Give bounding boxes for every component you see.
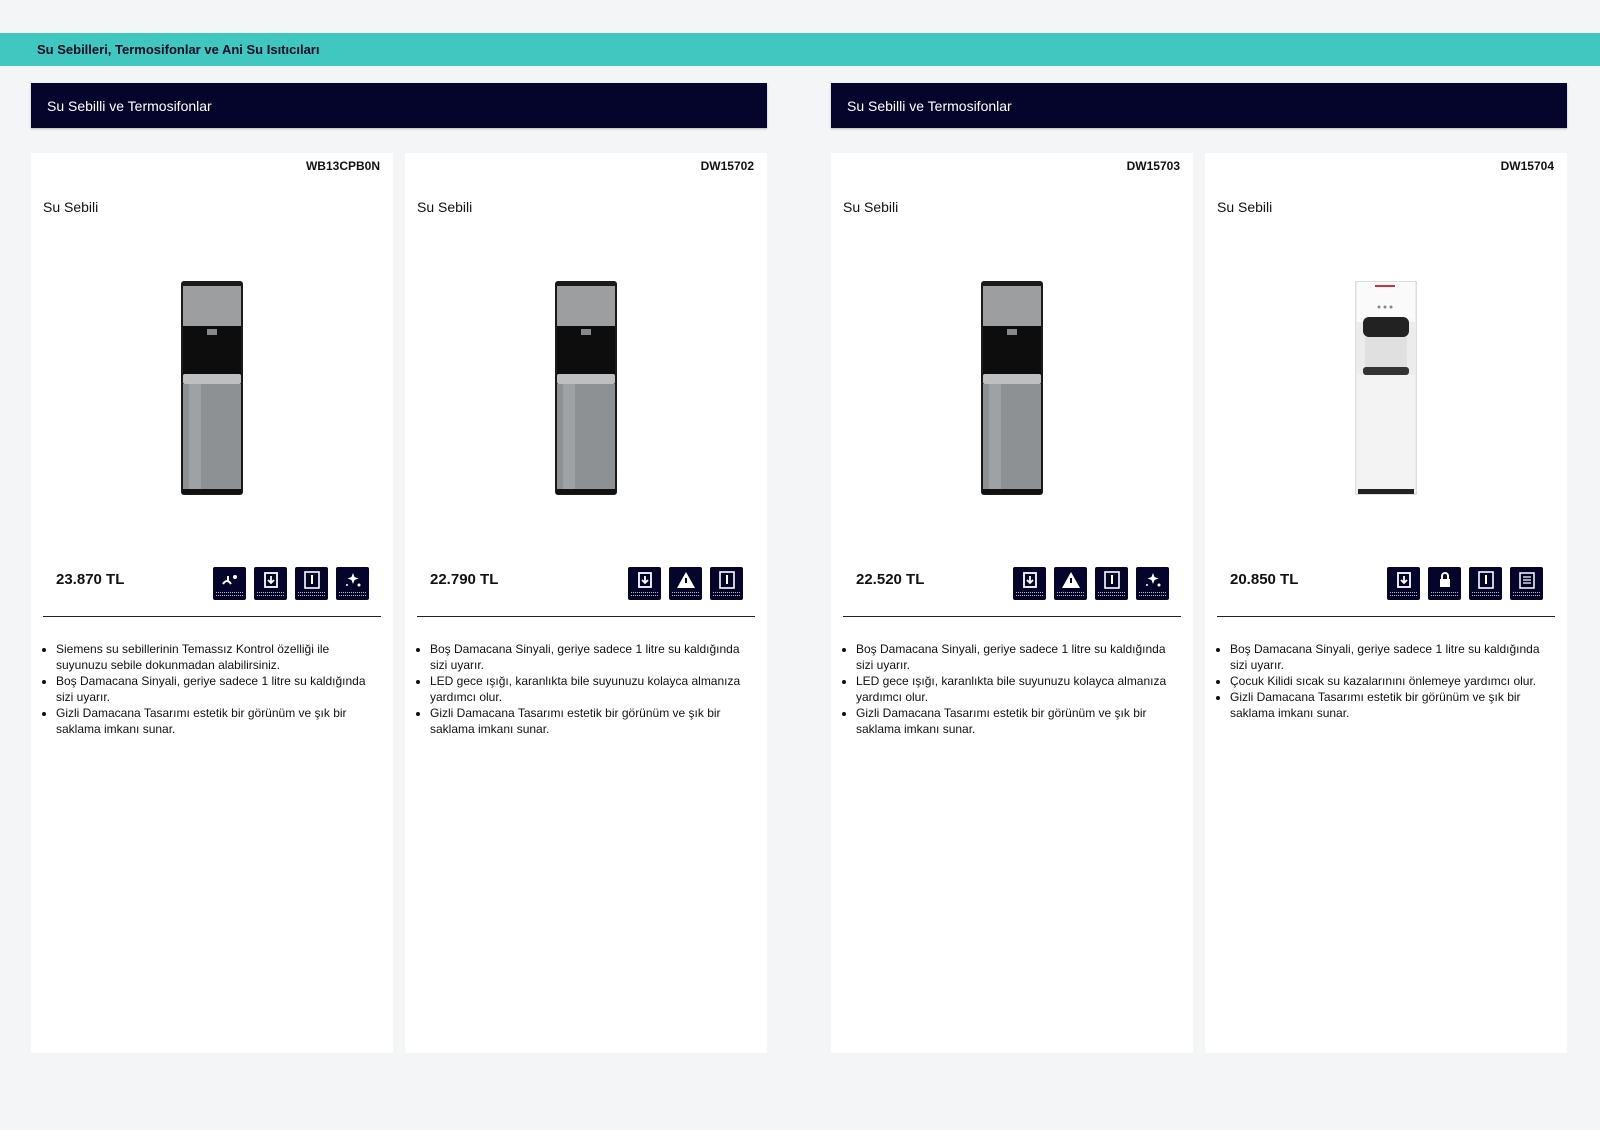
product-type: Su Sebili [843, 199, 899, 215]
feature-item: Gizli Damacana Tasarımı estetik bir görü… [1230, 689, 1549, 721]
feature-item: Çocuk Kilidi sıcak su kazalarınını önlem… [1230, 673, 1549, 689]
product-code: DW15704 [1500, 159, 1554, 173]
product-code: WB13CPB0N [305, 159, 380, 173]
feature-list: Boş Damacana Sinyali, geriye sadece 1 li… [417, 641, 749, 737]
feature-item: Boş Damacana Sinyali, geriye sadece 1 li… [856, 641, 1175, 673]
empty-bottle-signal-icon [1013, 567, 1046, 600]
empty-bottle-signal-icon [1387, 567, 1420, 600]
touchless-control-icon [213, 567, 246, 600]
hidden-bottle-icon [710, 567, 743, 600]
product-card: DW15702 Su Sebili 22.790 TL Boş Damacana S… [405, 153, 767, 1053]
hidden-bottle-icon [1095, 567, 1128, 600]
section-title: Su Sebilli ve Termosifonlar [847, 98, 1012, 114]
led-night-light-icon [669, 567, 702, 600]
section-title: Su Sebilli ve Termosifonlar [47, 98, 212, 114]
divider [843, 616, 1181, 617]
product-code: DW15702 [700, 159, 754, 173]
product-type: Su Sebili [417, 199, 473, 215]
product-image [555, 281, 617, 495]
self-cleaning-icon [336, 567, 369, 600]
category-title: Su Sebilleri, Termosifonlar ve Ani Su Is… [37, 42, 320, 57]
feature-item: Gizli Damacana Tasarımı estetik bir görü… [56, 705, 375, 737]
product-card: DW15703 Su Sebili 22.520 TL Boş Damacana S… [831, 153, 1193, 1053]
product-price: 20.850 TL [1230, 571, 1299, 588]
feature-item: Boş Damacana Sinyali, geriye sadece 1 li… [430, 641, 749, 673]
feature-item: Gizli Damacana Tasarımı estetik bir görü… [856, 705, 1175, 737]
feature-list: Boş Damacana Sinyali, geriye sadece 1 li… [1217, 641, 1549, 721]
hot-water-icon [1510, 567, 1543, 600]
child-lock-icon [1428, 567, 1461, 600]
section-header-right: Su Sebilli ve Termosifonlar [831, 83, 1567, 128]
product-price: 23.870 TL [56, 571, 125, 588]
product-type: Su Sebili [1217, 199, 1273, 215]
product-price: 22.520 TL [856, 571, 925, 588]
feature-icons [628, 567, 743, 600]
divider [417, 616, 755, 617]
feature-item: Boş Damacana Sinyali, geriye sadece 1 li… [56, 673, 375, 705]
feature-icons [213, 567, 369, 600]
product-card: WB13CPB0N Su Sebili 23.870 TL Siemens su s… [31, 153, 393, 1053]
self-cleaning-icon [1136, 567, 1169, 600]
feature-icons [1013, 567, 1169, 600]
hidden-bottle-icon [295, 567, 328, 600]
feature-item: Boş Damacana Sinyali, geriye sadece 1 li… [1230, 641, 1549, 673]
divider [43, 616, 381, 617]
product-code: DW15703 [1126, 159, 1180, 173]
hidden-bottle-icon [1469, 567, 1502, 600]
feature-list: Boş Damacana Sinyali, geriye sadece 1 li… [843, 641, 1175, 737]
product-image [1354, 280, 1418, 496]
product-image [181, 281, 243, 495]
product-image [981, 281, 1043, 495]
divider [1217, 616, 1555, 617]
category-banner: Su Sebilleri, Termosifonlar ve Ani Su Is… [0, 33, 1600, 66]
feature-item: Siemens su sebillerinin Temassız Kontrol… [56, 641, 375, 673]
product-type: Su Sebili [43, 199, 99, 215]
feature-item: LED gece ışığı, karanlıkta bile suyunuzu… [856, 673, 1175, 705]
product-price: 22.790 TL [430, 571, 499, 588]
feature-item: LED gece ışığı, karanlıkta bile suyunuzu… [430, 673, 749, 705]
feature-item: Gizli Damacana Tasarımı estetik bir görü… [430, 705, 749, 737]
feature-list: Siemens su sebillerinin Temassız Kontrol… [43, 641, 375, 737]
led-night-light-icon [1054, 567, 1087, 600]
empty-bottle-signal-icon [254, 567, 287, 600]
empty-bottle-signal-icon [628, 567, 661, 600]
section-header-left: Su Sebilli ve Termosifonlar [31, 83, 767, 128]
feature-icons [1387, 567, 1543, 600]
product-card: DW15704 Su Sebili 20.850 TL Boş Damacana S… [1205, 153, 1567, 1053]
